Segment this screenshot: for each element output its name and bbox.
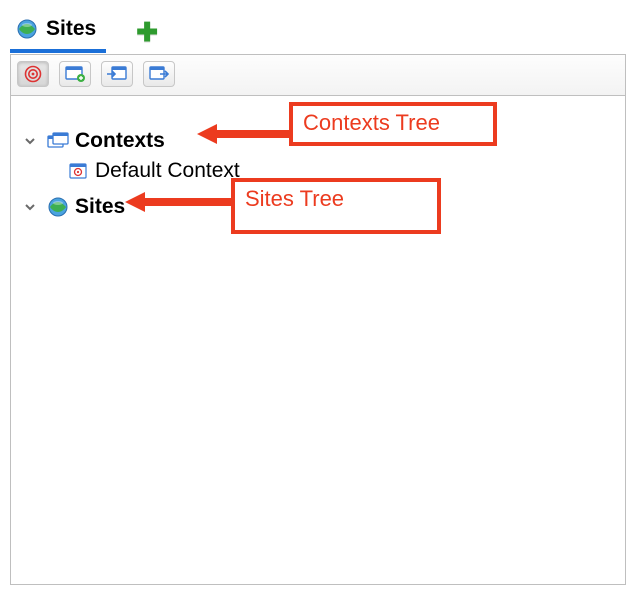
target-icon bbox=[22, 64, 44, 84]
annotation-sites-label: Sites Tree bbox=[245, 186, 344, 211]
tree-sites-label: Sites bbox=[75, 195, 125, 219]
export-button[interactable] bbox=[143, 61, 175, 87]
tree-default-context-label: Default Context bbox=[95, 159, 240, 183]
new-window-button[interactable] bbox=[59, 61, 91, 87]
annotation-contexts-label: Contexts Tree bbox=[303, 110, 440, 135]
chevron-down-icon[interactable] bbox=[19, 131, 41, 151]
annotation-sites: Sites Tree bbox=[231, 178, 441, 234]
tab-bar: Sites ✚ bbox=[10, 10, 626, 54]
add-tab-button[interactable]: ✚ bbox=[136, 19, 158, 45]
globe-icon bbox=[16, 19, 38, 39]
target-scope-button[interactable] bbox=[17, 61, 49, 87]
chevron-down-icon[interactable] bbox=[19, 197, 41, 217]
window-plus-icon bbox=[64, 64, 86, 84]
tab-sites[interactable]: Sites bbox=[10, 11, 106, 53]
tab-sites-label: Sites bbox=[46, 17, 96, 41]
globe-icon bbox=[47, 197, 69, 217]
sites-tree-panel: Contexts Default Context Sites bbox=[10, 95, 626, 585]
import-button[interactable] bbox=[101, 61, 133, 87]
tree-contexts-label: Contexts bbox=[75, 129, 165, 153]
export-icon bbox=[148, 64, 170, 84]
annotation-contexts: Contexts Tree bbox=[289, 102, 497, 146]
folders-icon bbox=[47, 131, 69, 151]
sites-toolbar bbox=[10, 54, 626, 95]
context-target-icon bbox=[67, 161, 89, 181]
import-icon bbox=[106, 64, 128, 84]
